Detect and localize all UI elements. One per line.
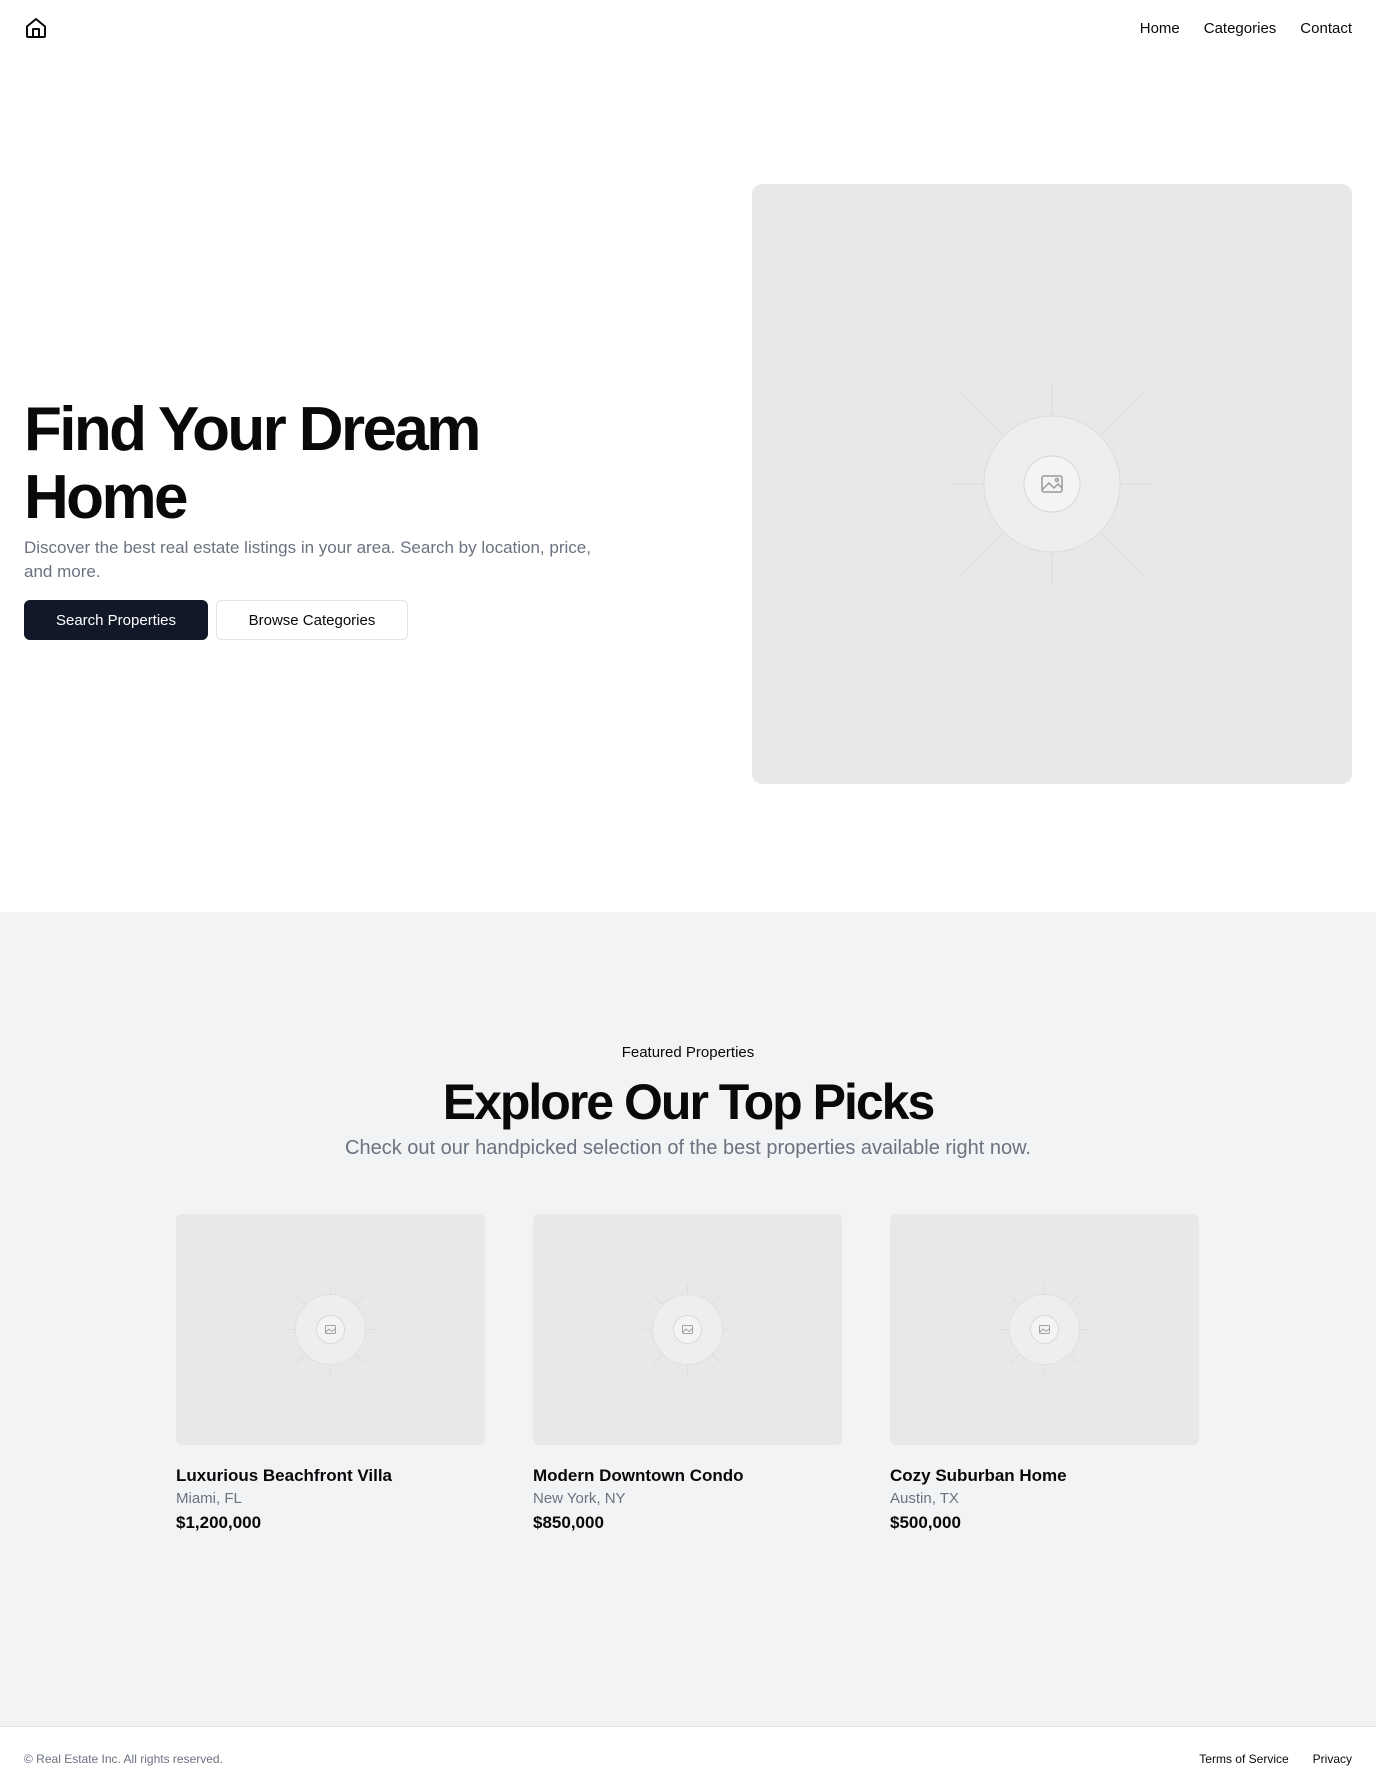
property-title: Luxurious Beachfront Villa [176,1466,393,1485]
featured-title: Explore Our Top Picks [442,1074,936,1130]
privacy-link[interactable]: Privacy [1313,1752,1352,1766]
site-header: Home Categories Contact [0,0,1376,56]
featured-eyebrow: Featured Properties [621,1044,755,1061]
hero-section: Find Your Dream Home Discover the best r… [0,56,1376,912]
property-card[interactable]: Luxurious Beachfront Villa Miami, FL $1,… [176,1214,485,1535]
home-icon[interactable] [24,16,48,40]
property-location: New York, NY [533,1490,626,1507]
hero-buttons: Search Properties Browse Categories [24,600,644,640]
image-placeholder-icon [176,1214,485,1445]
main-nav: Home Categories Contact [1140,20,1352,37]
property-card[interactable]: Cozy Suburban Home Austin, TX $500,000 [890,1214,1199,1535]
footer-links: Terms of Service Privacy [1199,1752,1352,1766]
browse-categories-button[interactable]: Browse Categories [216,600,408,640]
copyright-text: © Real Estate Inc. All rights reserved. [24,1751,223,1766]
hero-title: Find Your Dream Home [24,395,481,532]
property-price: $1,200,000 [176,1513,262,1532]
image-placeholder-icon [533,1214,842,1445]
property-cards: Luxurious Beachfront Villa Miami, FL $1,… [176,1214,1200,1535]
hero-image [752,184,1352,784]
property-image [890,1214,1199,1445]
property-image [533,1214,842,1445]
image-placeholder-icon [752,184,1352,784]
property-card[interactable]: Modern Downtown Condo New York, NY $850,… [533,1214,842,1535]
hero-text: Find Your Dream Home Discover the best r… [24,396,644,640]
property-title: Cozy Suburban Home [890,1466,1067,1485]
property-image [176,1214,485,1445]
page: Home Categories Contact Find Your Dream … [0,0,1376,1790]
nav-link-contact[interactable]: Contact [1300,20,1352,37]
property-price: $850,000 [533,1513,604,1532]
property-location: Miami, FL [176,1490,242,1507]
site-footer: © Real Estate Inc. All rights reserved. … [0,1726,1376,1790]
nav-link-home[interactable]: Home [1140,20,1180,37]
terms-of-service-link[interactable]: Terms of Service [1199,1752,1288,1766]
featured-subtitle: Check out our handpicked selection of th… [345,1137,1031,1159]
nav-link-categories[interactable]: Categories [1204,20,1277,37]
hero-subtitle: Discover the best real estate listings i… [24,538,591,581]
property-location: Austin, TX [890,1490,959,1507]
property-price: $500,000 [890,1513,961,1532]
search-properties-button[interactable]: Search Properties [24,600,208,640]
featured-section: Featured Properties Explore Our Top Pick… [0,912,1376,1726]
image-placeholder-icon [890,1214,1199,1445]
property-title: Modern Downtown Condo [533,1466,744,1485]
